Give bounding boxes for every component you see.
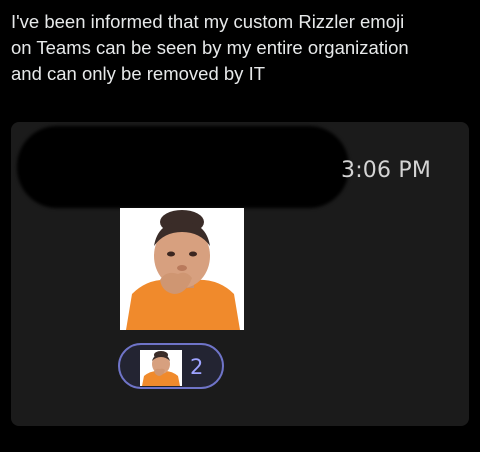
- teams-message-screenshot: 3:06 PM 2: [11, 122, 469, 426]
- rizzler-face-emoji-icon: [120, 208, 244, 330]
- redacted-sender-name: [17, 126, 349, 208]
- reaction-pill[interactable]: 2: [118, 343, 224, 389]
- post-text-line-2: on Teams can be seen by my entire organi…: [11, 37, 409, 58]
- post-text-line-1: I've been informed that my custom Rizzle…: [11, 11, 405, 32]
- reaction-count: 2: [190, 355, 204, 379]
- post-text: I've been informed that my custom Rizzle…: [11, 9, 473, 87]
- rizzler-face-emoji-icon: [140, 350, 182, 386]
- message-timestamp: 3:06 PM: [341, 158, 432, 183]
- post-text-line-3: and can only be removed by IT: [11, 63, 266, 84]
